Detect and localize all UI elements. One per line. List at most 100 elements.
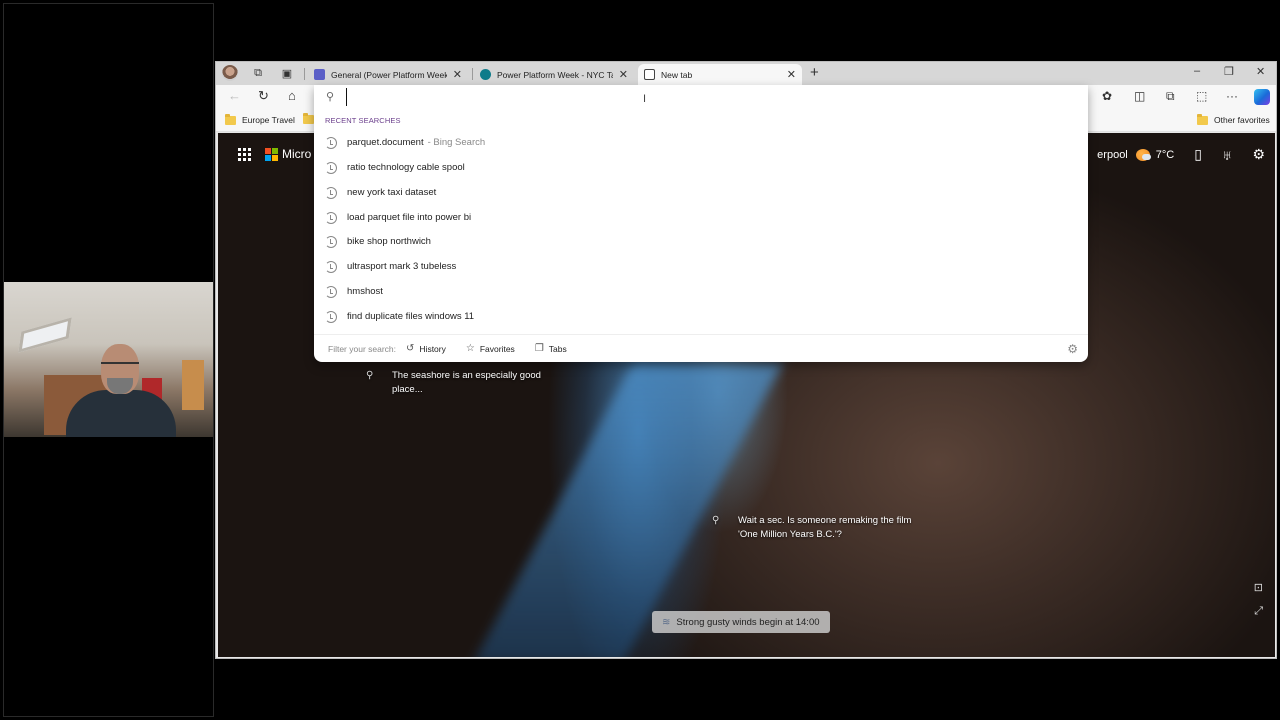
copilot-icon[interactable] bbox=[1254, 89, 1270, 105]
filter-tabs-label: Tabs bbox=[548, 343, 567, 354]
suggestion-item[interactable]: ultrasport mark 3 tubeless bbox=[314, 254, 1088, 279]
filter-label: Filter your search: bbox=[328, 343, 397, 354]
restore-button[interactable]: ❐ bbox=[1224, 65, 1234, 78]
suggestion-item[interactable]: new york taxi dataset bbox=[314, 180, 1088, 205]
close-icon[interactable]: ✕ bbox=[787, 68, 796, 81]
filter-history-label: History bbox=[419, 343, 446, 354]
suggestion-item[interactable]: ratio technology cable spool bbox=[314, 155, 1088, 180]
suggestion-item[interactable]: find duplicate files windows 11 bbox=[314, 304, 1088, 329]
favorite-label: Europe Travel bbox=[242, 115, 295, 125]
webcam-skylight bbox=[18, 317, 72, 353]
image-info-icon[interactable]: ⊡ bbox=[1254, 581, 1263, 594]
filter-tabs[interactable]: ❐ Tabs bbox=[535, 343, 567, 354]
suggestion-text: ratio technology cable spool bbox=[347, 162, 465, 173]
microsoft-logo bbox=[265, 147, 278, 161]
phone-icon[interactable]: ▯ bbox=[1194, 146, 1202, 163]
hotspot-text: Wait a sec. Is someone remaking the film bbox=[738, 515, 912, 526]
suggestion-item[interactable]: parquet.document - Bing Search bbox=[314, 130, 1088, 155]
home-icon[interactable]: ⌂ bbox=[288, 88, 296, 103]
suggestion-source: - Bing Search bbox=[427, 137, 486, 148]
suggestion-item[interactable]: load parquet file into power bi bbox=[314, 205, 1088, 230]
filter-favorites[interactable]: ☆ Favorites bbox=[466, 343, 515, 354]
address-input[interactable] bbox=[346, 88, 1046, 106]
folder-icon bbox=[225, 113, 236, 125]
address-bar: ⚲ I bbox=[314, 85, 1088, 109]
tab-power-platform-week[interactable]: Power Platform Week - NYC Taxi ✕ bbox=[474, 64, 634, 85]
hotspot-text: 'One Million Years B.C.'? bbox=[738, 529, 842, 540]
wind-icon: ≋ bbox=[662, 616, 671, 628]
history-icon bbox=[325, 310, 337, 323]
history-icon bbox=[325, 161, 337, 174]
more-icon[interactable]: ··· bbox=[1226, 89, 1238, 103]
history-icon bbox=[325, 186, 337, 199]
collections-icon[interactable]: ⧉ bbox=[1166, 89, 1175, 104]
microsoft-brand-text: Micro bbox=[282, 147, 312, 161]
tab-label: New tab bbox=[661, 69, 693, 80]
close-icon[interactable]: ✕ bbox=[619, 68, 628, 81]
other-favorites-label: Other favorites bbox=[1214, 115, 1270, 125]
favorite-europe-travel[interactable]: Europe Travel bbox=[225, 113, 295, 125]
tabs-icon: ❐ bbox=[534, 343, 544, 354]
recent-searches-header: RECENT SEARCHES bbox=[325, 116, 401, 125]
profile-avatar[interactable] bbox=[222, 65, 238, 81]
partly-cloudy-icon bbox=[1135, 148, 1151, 161]
back-icon[interactable]: ← bbox=[228, 88, 241, 103]
weather-alert-text: Strong gusty winds begin at 14:00 bbox=[676, 616, 820, 628]
tab-label: Power Platform Week - NYC Taxi bbox=[497, 69, 613, 80]
weather-temperature[interactable]: 7°C bbox=[1156, 149, 1174, 161]
folder-icon bbox=[303, 113, 314, 124]
history-icon bbox=[325, 260, 337, 273]
suggestion-text: find duplicate files windows 11 bbox=[347, 311, 475, 322]
split-screen-icon[interactable]: ◫ bbox=[1134, 89, 1145, 103]
weather-alert[interactable]: ≋ Strong gusty winds begin at 14:00 bbox=[652, 611, 830, 633]
star-icon: ☆ bbox=[465, 343, 475, 354]
webcam-video bbox=[4, 282, 213, 437]
history-icon bbox=[325, 136, 337, 149]
webcam-person-glasses bbox=[101, 362, 139, 370]
settings-gear-icon[interactable]: ⚙ bbox=[1252, 146, 1265, 163]
suggestion-text: hmshost bbox=[347, 286, 383, 297]
suggestion-text: bike shop northwich bbox=[347, 236, 431, 247]
tab-separator bbox=[304, 68, 305, 80]
teams-icon bbox=[314, 69, 325, 80]
image-hotspot-2[interactable]: ⚲ Wait a sec. Is someone remaking the fi… bbox=[712, 514, 911, 542]
other-favorites[interactable]: Other favorites bbox=[1197, 113, 1270, 125]
page-top-right: erpool 7°C ▯ ♅ ⚙ bbox=[1097, 146, 1265, 163]
screenshot-icon[interactable]: ⬚ bbox=[1196, 89, 1207, 103]
extensions-icon[interactable]: ✿ bbox=[1102, 89, 1112, 103]
suggestion-text: load parquet file into power bi bbox=[347, 212, 472, 223]
history-icon: ↺ bbox=[406, 343, 415, 354]
hotspot-text: The seashore is an especially good bbox=[392, 370, 541, 381]
text-cursor-icon: I bbox=[643, 93, 647, 105]
history-icon bbox=[325, 235, 337, 248]
image-hotspot-1[interactable]: ⚲ The seashore is an especially good pla… bbox=[366, 369, 541, 397]
search-settings-gear-icon[interactable]: ⚙ bbox=[1067, 342, 1078, 356]
app-launcher-icon[interactable] bbox=[238, 147, 251, 161]
tab-new-tab[interactable]: New tab ✕ bbox=[638, 64, 802, 85]
tab-actions-icon[interactable]: ▣ bbox=[279, 65, 295, 81]
workspaces-icon[interactable]: ⧉ bbox=[250, 65, 266, 81]
tab-teams-general[interactable]: General (Power Platform Week) | ✕ bbox=[308, 64, 468, 85]
tab-label: General (Power Platform Week) | bbox=[331, 69, 447, 80]
expand-icon[interactable]: ⤢ bbox=[1254, 605, 1263, 618]
suggestion-text: parquet.document bbox=[347, 137, 424, 148]
history-icon bbox=[325, 285, 337, 298]
rewards-icon[interactable]: ♅ bbox=[1222, 147, 1233, 163]
close-icon[interactable]: ✕ bbox=[453, 68, 462, 81]
suggestion-item[interactable]: bike shop northwich bbox=[314, 229, 1088, 254]
newtab-page-icon bbox=[644, 69, 655, 80]
new-tab-button[interactable]: + bbox=[810, 64, 819, 81]
close-window-button[interactable]: ✕ bbox=[1256, 65, 1265, 78]
minimize-button[interactable]: – bbox=[1194, 65, 1200, 77]
microsoft-header: Micro bbox=[238, 147, 311, 161]
suggestion-text: new york taxi dataset bbox=[347, 187, 437, 198]
filter-history[interactable]: ↺ History bbox=[406, 343, 446, 354]
suggestion-item[interactable]: hmshost bbox=[314, 279, 1088, 304]
webcam-poster bbox=[182, 360, 204, 410]
refresh-icon[interactable]: ↻ bbox=[258, 88, 269, 104]
screen: ⧉ ▣ General (Power Platform Week) | ✕ Po… bbox=[0, 0, 1280, 720]
tab-separator bbox=[472, 68, 473, 80]
address-bar-dropdown: ⚲ I RECENT SEARCHES parquet.document - B… bbox=[314, 85, 1088, 362]
weather-location[interactable]: erpool bbox=[1097, 149, 1128, 161]
folder-icon bbox=[1197, 113, 1208, 125]
